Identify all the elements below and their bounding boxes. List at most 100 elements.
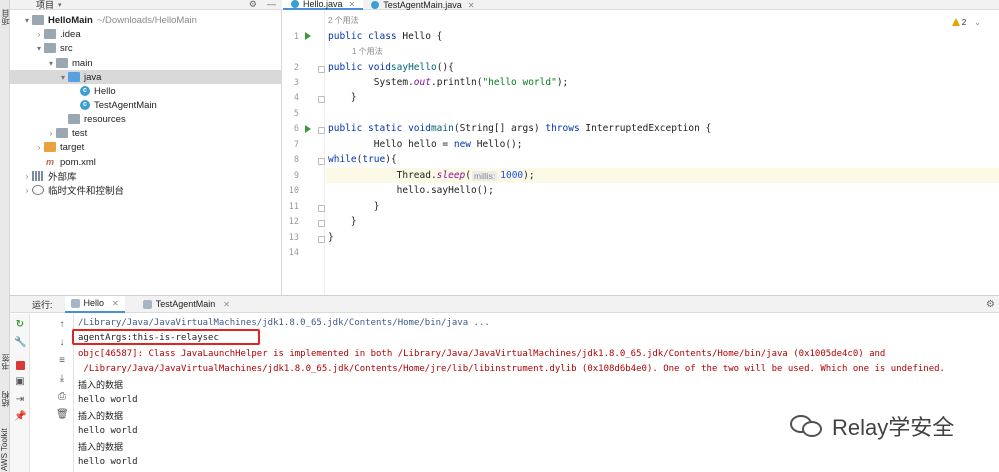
inspection-widget[interactable]: 2 ⌄	[951, 17, 981, 27]
project-tool-tab[interactable]: 项目	[0, 2, 10, 32]
tree-item-testagentmain[interactable]: c TestAgentMain	[10, 98, 282, 112]
line-number: 5	[293, 109, 299, 119]
tree-item-hello[interactable]: c Hello	[10, 84, 282, 98]
close-icon[interactable]: ✕	[468, 1, 475, 10]
structure-tool-tab[interactable]: 结构	[0, 388, 10, 410]
left-tool-strip: 项目 书签 结构 AWS Toolkit	[0, 0, 10, 472]
line-number: 7	[293, 140, 299, 150]
scroll-to-end-icon[interactable]: ⤓	[56, 373, 68, 385]
pin-icon[interactable]: 📌	[14, 411, 26, 423]
console-line: 插入的数据	[78, 380, 124, 390]
parameter-hint: millis:	[472, 170, 498, 181]
trash-icon[interactable]: 🗑	[56, 409, 69, 421]
fold-icon[interactable]	[318, 236, 325, 243]
fold-icon[interactable]	[318, 220, 325, 227]
tree-item-main[interactable]: ▾ main	[10, 56, 282, 70]
tree-item-pom-xml[interactable]: m pom.xml	[10, 155, 282, 169]
tree-item-target[interactable]: › target	[10, 140, 282, 154]
gear-icon[interactable]: ⚙	[986, 299, 995, 310]
code-line-3: System. out .println("hello world");	[328, 77, 569, 88]
tree-item-label: main	[72, 57, 93, 69]
run-icon[interactable]	[305, 125, 311, 133]
chevron-down-icon[interactable]: ⌄	[974, 18, 981, 27]
line-number: 3	[293, 78, 299, 88]
minimize-icon[interactable]: —	[267, 0, 276, 10]
warning-icon	[951, 18, 960, 26]
line-number: 9	[293, 171, 299, 181]
console-line: hello world	[78, 426, 138, 436]
fold-icon[interactable]	[318, 158, 325, 165]
rerun-icon[interactable]: ↻	[14, 319, 26, 331]
tree-item-label: TestAgentMain	[94, 99, 157, 111]
tab-testagentmain-java[interactable]: TestAgentMain.java ✕	[363, 0, 482, 10]
chevron-down-icon[interactable]: ▾	[22, 16, 32, 25]
excluded-folder-icon	[44, 142, 56, 152]
code-line-6: public static void main (String[] args) t…	[328, 123, 712, 134]
chevron-down-icon[interactable]: ▾	[46, 59, 56, 68]
gear-icon[interactable]: ⚙	[249, 0, 257, 10]
exit-icon[interactable]: ⇥	[14, 394, 26, 406]
code-line-10: hello.sayHello();	[328, 185, 494, 196]
run-tab-testagentmain[interactable]: TestAgentMain ✕	[137, 296, 236, 313]
project-path: ~/Downloads/HelloMain	[96, 14, 197, 26]
project-view-selector[interactable]: 项目	[36, 0, 54, 11]
soft-wrap-icon[interactable]: ≡	[56, 355, 68, 367]
tree-item-hellomain[interactable]: ▾ HelloMain ~/Downloads/HelloMain	[10, 13, 282, 27]
fold-icon[interactable]	[318, 66, 325, 73]
print-icon[interactable]: ⎙	[56, 391, 68, 403]
chevron-right-icon[interactable]: ›	[34, 143, 44, 152]
line-number: 4	[293, 93, 299, 103]
line-number: 8	[293, 155, 299, 165]
tree-item-idea[interactable]: › .idea	[10, 27, 282, 41]
fold-icon[interactable]	[318, 127, 325, 134]
tab-hello-java[interactable]: Hello.java ✕	[283, 0, 364, 10]
fold-icon[interactable]	[318, 96, 325, 103]
tree-item-label: .idea	[60, 28, 81, 40]
usage-hint[interactable]: 1 个用法	[352, 44, 999, 59]
tree-item-src[interactable]: ▾ src	[10, 41, 282, 55]
tree-item[interactable]: › 外部库	[10, 169, 282, 183]
aws-toolkit-tool-tab[interactable]: AWS Toolkit	[0, 428, 10, 472]
line-number: 10	[288, 186, 299, 196]
usage-hint-text: 2 个用法	[328, 16, 359, 25]
chevron-right-icon[interactable]: ›	[46, 129, 56, 138]
chevron-right-icon[interactable]: ›	[34, 30, 44, 39]
close-icon[interactable]: ✕	[112, 299, 119, 308]
run-label: 运行:	[32, 299, 53, 310]
highlight-box	[72, 329, 260, 345]
run-config-icon	[142, 299, 152, 309]
console-line: objc[46587]: Class JavaLaunchHelper is i…	[78, 349, 886, 359]
chevron-right-icon[interactable]: ›	[22, 172, 32, 181]
tree-item-test[interactable]: › test	[10, 126, 282, 140]
stop-icon[interactable]	[16, 361, 25, 370]
camera-icon[interactable]: ▣	[14, 376, 26, 388]
tree-item[interactable]: › 临时文件和控制台	[10, 183, 282, 197]
chevron-down-icon[interactable]: ▾	[58, 73, 68, 82]
arrow-up-icon[interactable]: ↑	[56, 319, 68, 331]
chevron-right-icon[interactable]: ›	[22, 186, 32, 195]
console-line: hello world	[78, 457, 138, 467]
tree-item-label: resources	[84, 113, 126, 125]
run-icon[interactable]	[305, 32, 311, 40]
chevron-down-icon[interactable]: ▾	[34, 44, 44, 53]
tree-item-java[interactable]: ▾ java	[10, 70, 282, 84]
run-tab-hello[interactable]: Hello ✕	[64, 295, 125, 313]
project-header: 项目 ▾ ⚙ —	[10, 0, 282, 10]
close-icon[interactable]: ✕	[223, 300, 230, 309]
chevron-down-icon[interactable]: ▾	[58, 1, 62, 9]
console-line: 插入的数据	[78, 411, 124, 421]
close-icon[interactable]: ✕	[349, 0, 356, 9]
bookmarks-tool-tab[interactable]: 书签	[0, 350, 10, 374]
source-folder-icon	[68, 72, 80, 82]
console-output[interactable]: /Library/Java/JavaVirtualMachines/jdk1.8…	[72, 314, 999, 472]
line-number: 2	[293, 63, 299, 73]
fold-icon[interactable]	[318, 205, 325, 212]
tree-item-resources[interactable]: resources	[10, 112, 282, 126]
wrench-icon[interactable]: 🔧	[14, 337, 26, 349]
usage-hint[interactable]: 2 个用法	[328, 13, 999, 28]
code-line-7: Hello hello = new Hello();	[328, 139, 523, 150]
code-editor[interactable]: 2 个用法 public class Hello { 1 个用法 public …	[326, 11, 999, 295]
project-tool-window: 项目 ▾ ⚙ — ▾ HelloMain ~/Downloads/HelloMain…	[10, 0, 282, 295]
arrow-down-icon[interactable]: ↓	[56, 337, 68, 349]
